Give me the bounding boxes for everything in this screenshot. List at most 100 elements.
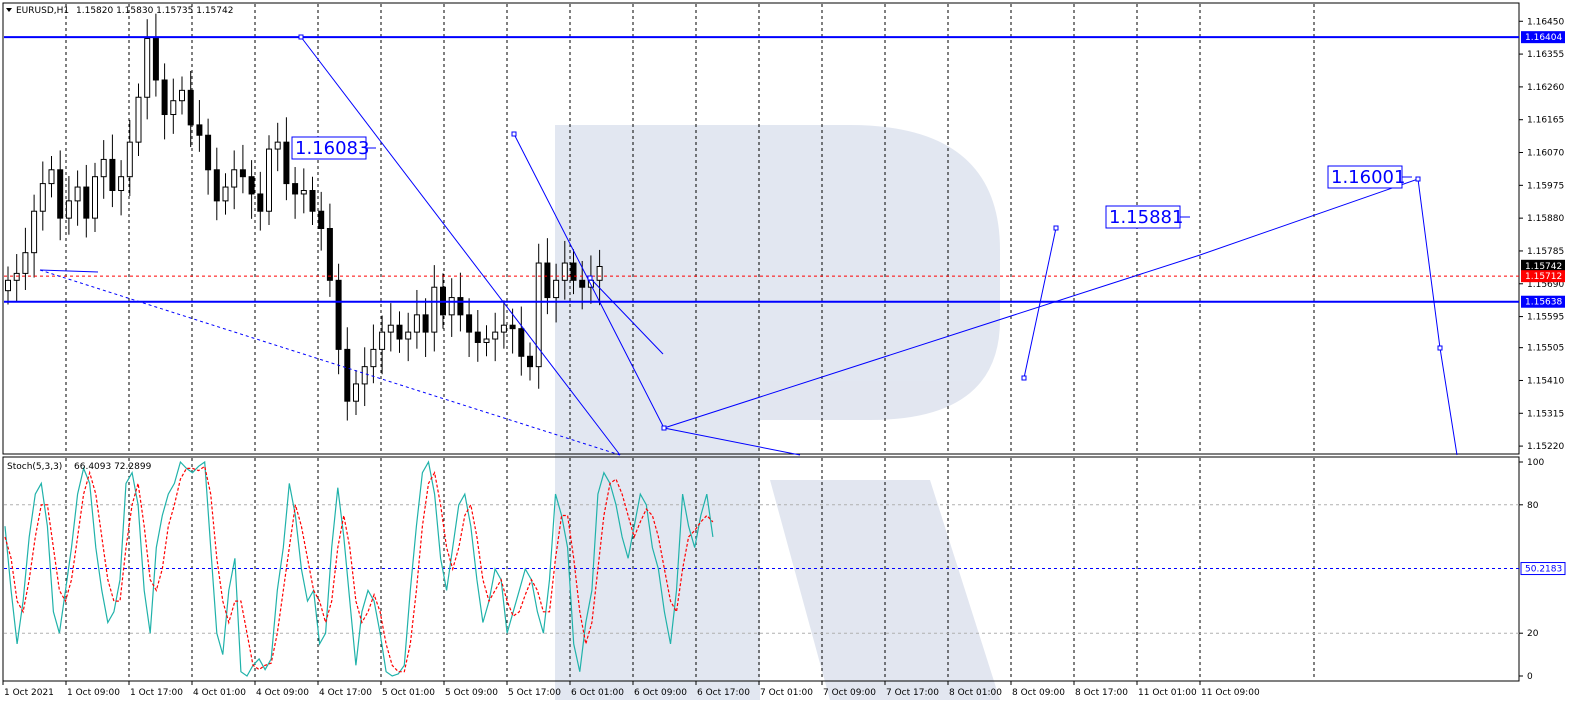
candle-bull	[483, 338, 490, 343]
candle-bull	[170, 100, 177, 116]
stoch-current-level-label: 50.2183	[1525, 565, 1562, 575]
chart-window[interactable]: 50.2183 1.16450 1.16355 1.16260 1.16165 1.16…	[0, 0, 1596, 716]
candle-bull	[561, 262, 568, 281]
annotation-box[interactable]: 1.16083	[291, 136, 376, 160]
candle-bull	[179, 89, 185, 102]
symbol-label: EURUSD,H1	[16, 6, 69, 16]
candle-bull	[118, 176, 125, 192]
trend-line	[39, 269, 99, 273]
stoch-tick-label: 80	[1527, 501, 1539, 511]
anchor-point	[298, 34, 304, 40]
candle-bear	[335, 279, 342, 350]
price-tick-label: 1.16260	[1527, 83, 1564, 93]
candle-bear	[213, 169, 220, 202]
annotation-label: 1.15881	[1109, 207, 1183, 228]
candle-bull	[266, 148, 272, 212]
candle-bear	[205, 134, 212, 171]
anchor-point	[1021, 375, 1027, 381]
candle-bear	[109, 158, 116, 192]
candle-bull	[5, 279, 11, 292]
time-label: 4 Oct 09:00	[256, 688, 309, 698]
candle-bull	[431, 286, 438, 333]
candle-bull	[370, 348, 377, 368]
time-label: 6 Oct 17:00	[697, 688, 750, 698]
candle-bull	[100, 158, 107, 178]
stoch-name-label: Stoch(5,3,3)	[7, 462, 62, 472]
candle-bear	[283, 141, 290, 185]
candle-bear	[57, 169, 64, 219]
price-tick-label: 1.15410	[1527, 376, 1564, 386]
price-labels: 1.164041.157421.157121.15638	[1521, 31, 1565, 308]
candle-bull	[31, 210, 38, 254]
candle-bull	[413, 314, 420, 333]
candle-bear	[396, 324, 403, 340]
price-tick-label: 1.15880	[1527, 214, 1564, 224]
time-label: 5 Oct 01:00	[382, 688, 435, 698]
candle-bull	[405, 331, 412, 340]
candle-bull	[274, 141, 281, 150]
anchor-point	[1437, 345, 1443, 351]
price-tick-label: 1.15975	[1527, 181, 1564, 191]
candle-bear	[292, 183, 299, 195]
candle-bull	[361, 366, 368, 385]
candle-bear	[152, 38, 159, 81]
time-label: 4 Oct 17:00	[319, 688, 372, 698]
annotation-label: 1.16083	[295, 138, 369, 159]
annotation-box[interactable]: 1.16001	[1327, 165, 1412, 189]
candle-bull	[135, 96, 142, 143]
price-tick-label: 1.15220	[1527, 442, 1564, 452]
candle-bear	[579, 279, 586, 288]
dropdown-triangle-icon[interactable]	[6, 8, 12, 12]
anchor-point	[1415, 176, 1421, 182]
price-tick-label: 1.16165	[1527, 116, 1564, 126]
price-tick-label: 1.15315	[1527, 409, 1564, 419]
candle-bear	[544, 262, 551, 299]
time-label: 5 Oct 17:00	[508, 688, 561, 698]
time-label: 6 Oct 09:00	[634, 688, 687, 698]
candles-layer	[5, 13, 603, 421]
candle-bear	[570, 262, 577, 281]
time-label: 6 Oct 01:00	[571, 688, 624, 698]
candle-bull	[48, 169, 55, 185]
time-label: 5 Oct 09:00	[445, 688, 498, 698]
candle-bear	[187, 89, 194, 126]
stoch-tick-label: 20	[1527, 629, 1539, 639]
candle-bull	[500, 324, 507, 333]
stoch-tick-label: 100	[1527, 458, 1544, 468]
candle-bull	[22, 252, 29, 274]
candle-bull	[553, 279, 560, 299]
candle-bull	[300, 190, 307, 195]
time-label: 7 Oct 09:00	[823, 688, 876, 698]
candle-bear	[509, 324, 516, 330]
candle-bear	[326, 228, 333, 281]
candle-bull	[596, 265, 603, 281]
chart-canvas[interactable]: 50.2183 1.164501.163551.162601.161651.16…	[0, 0, 1596, 716]
candle-bear	[422, 314, 429, 333]
price-label-text: 1.16404	[1525, 33, 1562, 43]
candle-bull	[92, 176, 98, 219]
candle-bull	[65, 200, 72, 219]
candle-bear	[527, 355, 533, 368]
candle-bear	[474, 331, 481, 343]
annotation-box[interactable]: 1.15881	[1105, 205, 1190, 229]
candle-bull	[13, 272, 20, 281]
price-label-text: 1.15638	[1525, 298, 1562, 308]
time-label: 1 Oct 2021	[4, 688, 54, 698]
price-tick-label: 1.16450	[1527, 17, 1564, 27]
candle-bear	[161, 79, 168, 116]
time-label: 8 Oct 09:00	[1012, 688, 1065, 698]
time-label: 11 Oct 09:00	[1201, 688, 1260, 698]
price-axis: 1.16450 1.16355 1.16260 1.16165 1.16070 1.159…	[1519, 17, 1564, 452]
time-label: 11 Oct 01:00	[1138, 688, 1197, 698]
candle-bull	[353, 383, 359, 402]
candle-bear	[257, 193, 264, 212]
candle-bear	[466, 314, 473, 333]
candle-bear	[344, 348, 351, 402]
anchor-point	[511, 131, 517, 137]
candle-bull	[448, 297, 455, 316]
candle-bull	[144, 38, 151, 98]
price-tick-label: 1.16355	[1527, 50, 1564, 60]
anchor-point	[661, 425, 667, 431]
price-tick-label: 1.16070	[1527, 149, 1564, 159]
candle-bull	[387, 324, 394, 333]
